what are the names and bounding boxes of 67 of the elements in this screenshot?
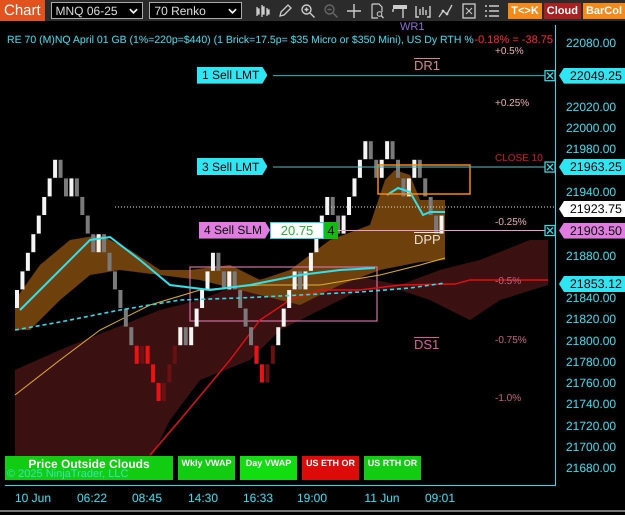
pencil-icon[interactable] [277, 2, 294, 18]
percent-level-label: -0.25% [495, 217, 527, 228]
indicator-status-tile: US ETH OR [302, 456, 359, 480]
pivot-label: DPP [414, 232, 441, 247]
chart-title: Chart [0, 0, 45, 21]
bar-style-icon[interactable] [254, 2, 270, 18]
percent-level-label: +0.5% [495, 46, 524, 57]
time-tick-label: 14:30 [188, 491, 218, 505]
price-tick-label: 21880.00 [566, 248, 616, 262]
percent-level-label: -1.0% [495, 393, 522, 404]
list-icon[interactable] [484, 2, 500, 18]
line-chart-icon[interactable] [438, 2, 454, 18]
chart-header: RE 70 (M)NQ April 01 GB (1%=220p=$440) (1 Brick=17.5p= $35 Micro or $350 Mini), US Dy RTH % [7, 34, 474, 46]
order-label[interactable]: 1 Sell LMT [197, 66, 268, 84]
close-note: CLOSE 10 [495, 153, 543, 164]
close-icon[interactable] [544, 161, 555, 173]
price-tick-label: 21820.00 [566, 312, 616, 326]
zoom-out-icon[interactable] [323, 2, 340, 18]
order-label[interactable]: 4 Sell SLM [199, 222, 270, 239]
time-tick-label: 16:33 [242, 491, 274, 505]
price-tick-label: 22000.00 [566, 121, 616, 135]
indicator-status-tile: Day VWAP [240, 456, 297, 480]
time-tick-label: 08:45 [132, 491, 162, 505]
price-tick-label: 22080.00 [566, 36, 616, 50]
order-label[interactable]: 3 Sell LMT [197, 158, 268, 176]
last-price-flag: 21923.75 [559, 201, 625, 218]
toolbar-toggle-button[interactable]: Cloud [544, 2, 581, 18]
time-tick-label: 19:00 [296, 491, 328, 505]
document-search-icon[interactable] [369, 2, 386, 18]
order-quantity: 4 [324, 222, 338, 239]
price-tick-label: 21940.00 [566, 184, 616, 199]
pivot-label: WR1 [400, 22, 424, 33]
time-tick-label: 09:01 [424, 491, 456, 505]
time-tick-label: 10 Jun [14, 491, 52, 505]
order-price-flag: 21903.50 [559, 222, 625, 239]
pivot-label: DS1 [414, 337, 440, 352]
close-icon[interactable] [544, 224, 555, 236]
caret-icon [129, 8, 138, 14]
instrument-dropdown[interactable]: MNQ 06-25 [50, 2, 144, 19]
price-tick-label: 21720.00 [566, 418, 616, 432]
price-marker-flag: 21853.12 [559, 276, 625, 292]
time-tick-label: 06:22 [76, 491, 108, 505]
price-tick-label: 21700.00 [566, 440, 616, 454]
indicator-status-tile: US RTH OR [364, 456, 421, 480]
price-tick-label: 21980.00 [566, 142, 616, 156]
time-tick-label: 11 Jun [364, 491, 400, 505]
profit-loss-readout: -0.18% = -38.75 [474, 34, 553, 46]
price-tick-label: 21760.00 [566, 376, 616, 390]
price-tick-label: 22020.00 [566, 100, 616, 114]
price-tick-label: 21840.00 [566, 291, 616, 305]
crosshair-icon[interactable] [346, 2, 362, 18]
copyright-text: © 2025 NinjaTrader, LLC [7, 468, 128, 480]
order-profit: 20.75 [270, 222, 324, 239]
pivot-label: DR1 [414, 58, 440, 73]
period-dropdown[interactable]: 70 Renko [149, 2, 242, 19]
price-tick-label: 21680.00 [566, 461, 616, 475]
indicator-status-tile: Wkly VWAP [178, 456, 235, 480]
percent-level-label: -0.75% [495, 335, 527, 346]
percent-level-label: +0.25% [495, 98, 530, 109]
price-tick-label: 21740.00 [566, 397, 616, 412]
order-price-flag: 21963.25 [559, 159, 625, 176]
zoom-in-icon[interactable] [300, 2, 316, 18]
price-tick-label: 21800.00 [566, 334, 616, 348]
price-tick-label: 21780.00 [566, 354, 616, 369]
close-icon[interactable] [544, 70, 555, 82]
caret-icon [228, 8, 238, 14]
order-price-flag: 22049.25 [559, 68, 625, 84]
